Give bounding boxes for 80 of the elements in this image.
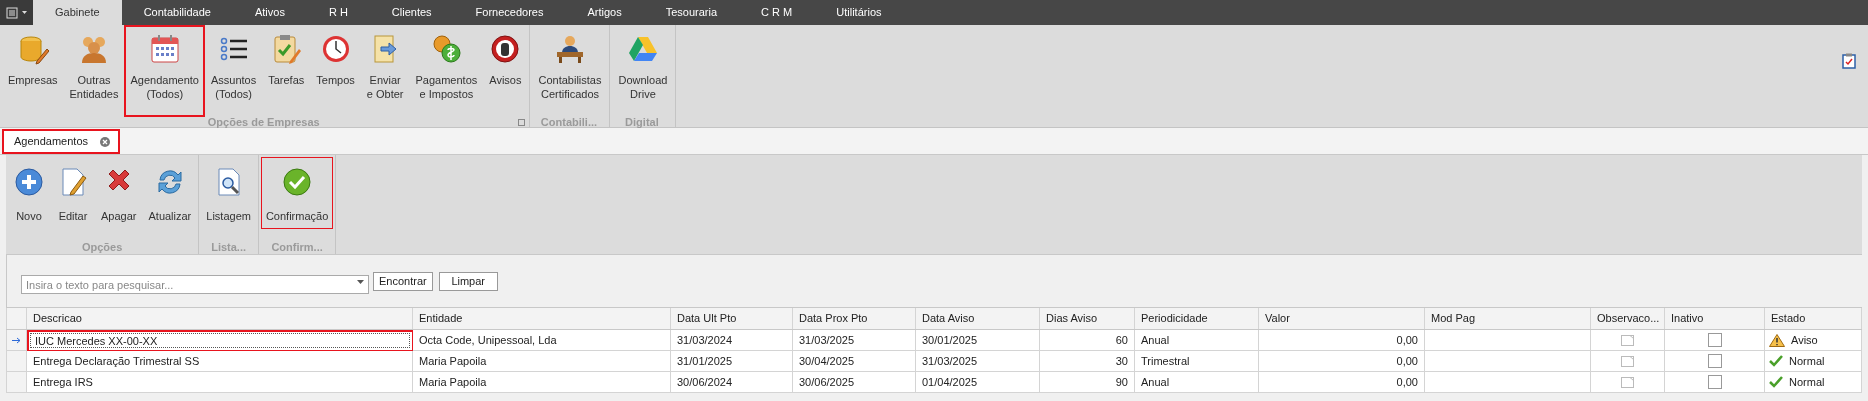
caret-icon [22,10,27,15]
table-cell: IUC Mercedes XX-00-XX [27,330,413,351]
group-label: Confirm... [270,240,324,255]
menu-tab[interactable]: Ativos [232,0,307,25]
ribbon-button[interactable]: Tarefas [262,25,311,117]
group-label: Opções [80,240,124,255]
menu-tab[interactable]: Clientes [369,0,454,25]
toolbar-button[interactable]: Apagar [96,157,142,229]
search-button[interactable]: Limpar [438,271,498,291]
column-header[interactable]: Mod Pag [1425,308,1591,329]
table-cell: 30/06/2025 [793,372,916,393]
menu-tab[interactable]: Utilitários [814,0,904,25]
toolbar-button[interactable]: Listagem [201,157,256,229]
search-button[interactable]: Encontrar [373,271,433,291]
menu-tab[interactable]: Tesouraria [643,0,740,25]
status-text: Normal [1789,353,1825,369]
ribbon-button[interactable]: Empresas [2,25,64,117]
app-menu-button[interactable] [0,0,33,25]
menu-tab[interactable]: Gabinete [33,0,122,25]
table-cell: 90 [1040,372,1135,393]
table-cell: 30/06/2024 [671,372,793,393]
checkmark-icon [281,166,314,198]
toolbar-button[interactable]: Atualizar [143,157,197,229]
group-label: Contabili... [540,117,598,128]
menu-tab[interactable]: R H [306,0,370,25]
column-header[interactable]: Descricao [27,308,413,329]
column-header[interactable]: Data Ult Pto [671,308,793,329]
column-header[interactable]: Estado [1765,308,1862,329]
ribbon-button[interactable]: Outras Entidades [63,25,125,117]
ribbon-button[interactable]: Agendamento (Todos) [124,25,205,117]
menu-tab[interactable]: Fornecedores [453,0,566,25]
coins-icon [430,33,463,65]
column-header[interactable]: Inativo [1665,308,1765,329]
note-icon[interactable] [1620,355,1635,367]
status-text: Aviso [1791,332,1818,348]
table-cell: 0,00 [1259,372,1425,393]
stop-hand-icon [489,33,522,65]
clipboard-icon[interactable] [1842,53,1856,69]
ribbon-button[interactable]: Tempos [310,25,361,117]
column-header[interactable]: Valor [1259,308,1425,329]
toolbar-button[interactable]: Confirmação [260,157,334,229]
search-field[interactable]: Insira o texto para pesquisar... [21,275,369,294]
checkbox[interactable] [1707,375,1722,389]
group-label: Digital [625,117,659,128]
calendar-icon [148,33,181,65]
ribbon-button[interactable]: Pagamentos e Impostos [409,25,484,117]
ribbon-button[interactable]: Enviar e Obter [360,25,410,117]
ribbon-button[interactable]: Avisos [483,25,528,117]
column-header[interactable]: Data Prox Pto [793,308,916,329]
row-header[interactable] [6,330,27,351]
status-text: Normal [1789,374,1825,390]
note-icon[interactable] [1620,334,1635,346]
menu-tab[interactable]: C R M [739,0,815,25]
ribbon-button[interactable]: Download Drive [612,25,674,117]
toolbar-button[interactable]: Novo [8,157,50,229]
column-header[interactable]: Entidade [413,308,671,329]
expand-icon[interactable] [518,119,526,126]
group-label: Opções de Empresas [207,117,320,128]
ribbon-button[interactable]: Contabilistas Certificados [532,25,608,117]
menu-tab[interactable]: Contabilidade [121,0,233,25]
note-icon[interactable] [1620,376,1635,388]
column-header[interactable]: Data Aviso [916,308,1040,329]
column-header[interactable]: Dias Aviso [1040,308,1135,329]
table-cell: 01/04/2025 [916,372,1040,393]
checkbox[interactable] [1707,354,1722,368]
menu-icon [6,6,20,19]
group-label: Lista... [210,240,247,255]
plus-icon [13,166,45,198]
checkbox[interactable] [1707,333,1722,347]
menu-tab[interactable]: Artigos [565,0,644,25]
dropdown-icon[interactable] [357,279,364,284]
table-cell: Maria Papoila [413,372,671,393]
ribbon-button[interactable]: Assuntos (Todos) [204,25,263,117]
column-header[interactable]: Periodicidade [1135,308,1259,329]
table-cell: Anual [1135,372,1259,393]
toolbar-button[interactable]: Editar [52,157,94,229]
column-header[interactable]: Observaco... [1591,308,1665,329]
document-tab[interactable]: Agendamentos [2,129,120,154]
table-cell: Entrega IRS [27,372,413,393]
close-icon[interactable] [100,136,110,147]
